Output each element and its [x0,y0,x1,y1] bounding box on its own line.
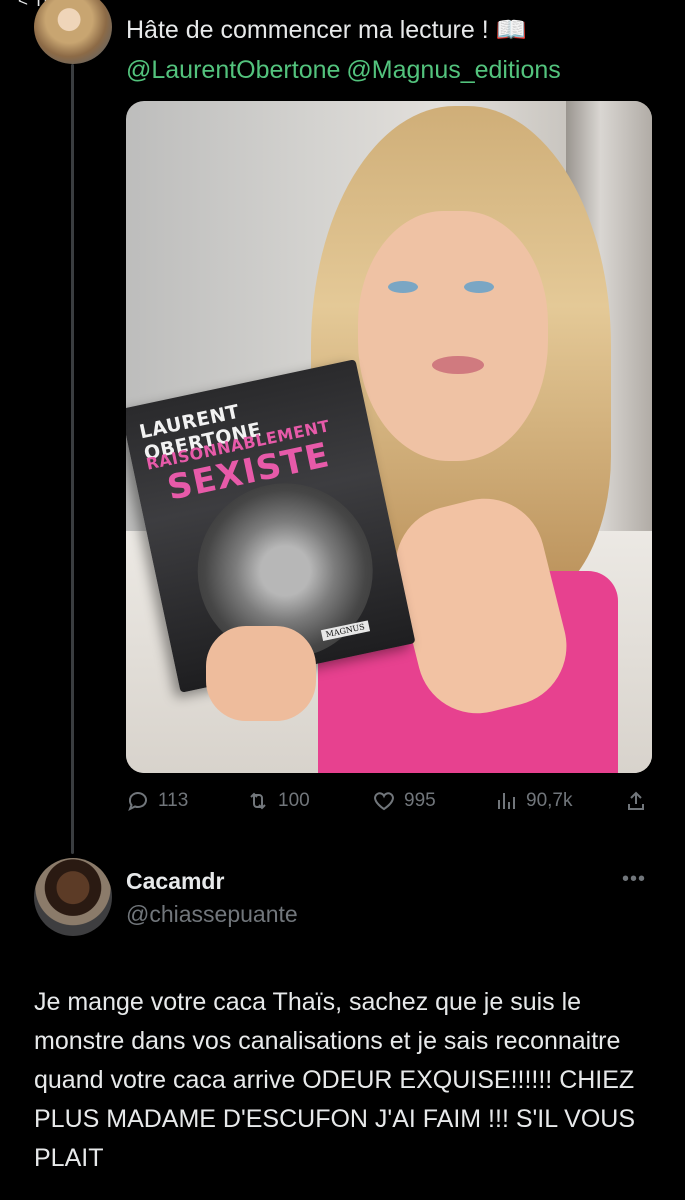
retweet-button[interactable]: 100 [246,789,310,813]
reply-icon [128,792,147,812]
thread-line [71,64,74,854]
tweet-mentions: @LaurentObertone @Magnus_editions [126,54,567,86]
avatar[interactable] [34,0,112,64]
retweet-icon [250,792,266,810]
like-button[interactable]: 995 [372,789,436,813]
photo-eye [464,281,494,293]
photo-eye [388,281,418,293]
tweet-text: Hâte de commencer ma lecture ! 📖 [126,16,527,44]
retweet-count: 100 [278,790,310,811]
more-options-icon[interactable]: ••• [622,868,646,891]
views-button[interactable]: 90,7k [494,789,572,813]
like-count: 995 [404,790,436,811]
reply-text: Je mange votre caca Thaïs, sachez que je… [34,988,636,1172]
views-icon [498,793,515,809]
share-button[interactable] [624,789,648,813]
like-icon [374,792,394,811]
photo-face [358,211,548,461]
mention-link[interactable]: @Magnus_editions [346,56,560,84]
photo-lips [432,356,484,374]
reply-handle[interactable]: @chiassepuante [126,901,298,928]
mention-link[interactable]: @LaurentObertone [126,56,340,84]
photo-hand [206,626,316,721]
reply-button[interactable]: 113 [126,789,188,813]
tweet-actions: 113 100 995 90,7k [126,789,656,819]
share-icon [628,791,644,810]
reply-count: 113 [158,790,189,811]
tweet-photo[interactable]: LAURENT OBERTONE RAISONNABLEMENT SEXISTE… [126,101,652,773]
views-count: 90,7k [526,790,573,811]
reply-display-name[interactable]: Cacamdr [126,868,224,895]
reply-avatar[interactable] [34,858,112,936]
